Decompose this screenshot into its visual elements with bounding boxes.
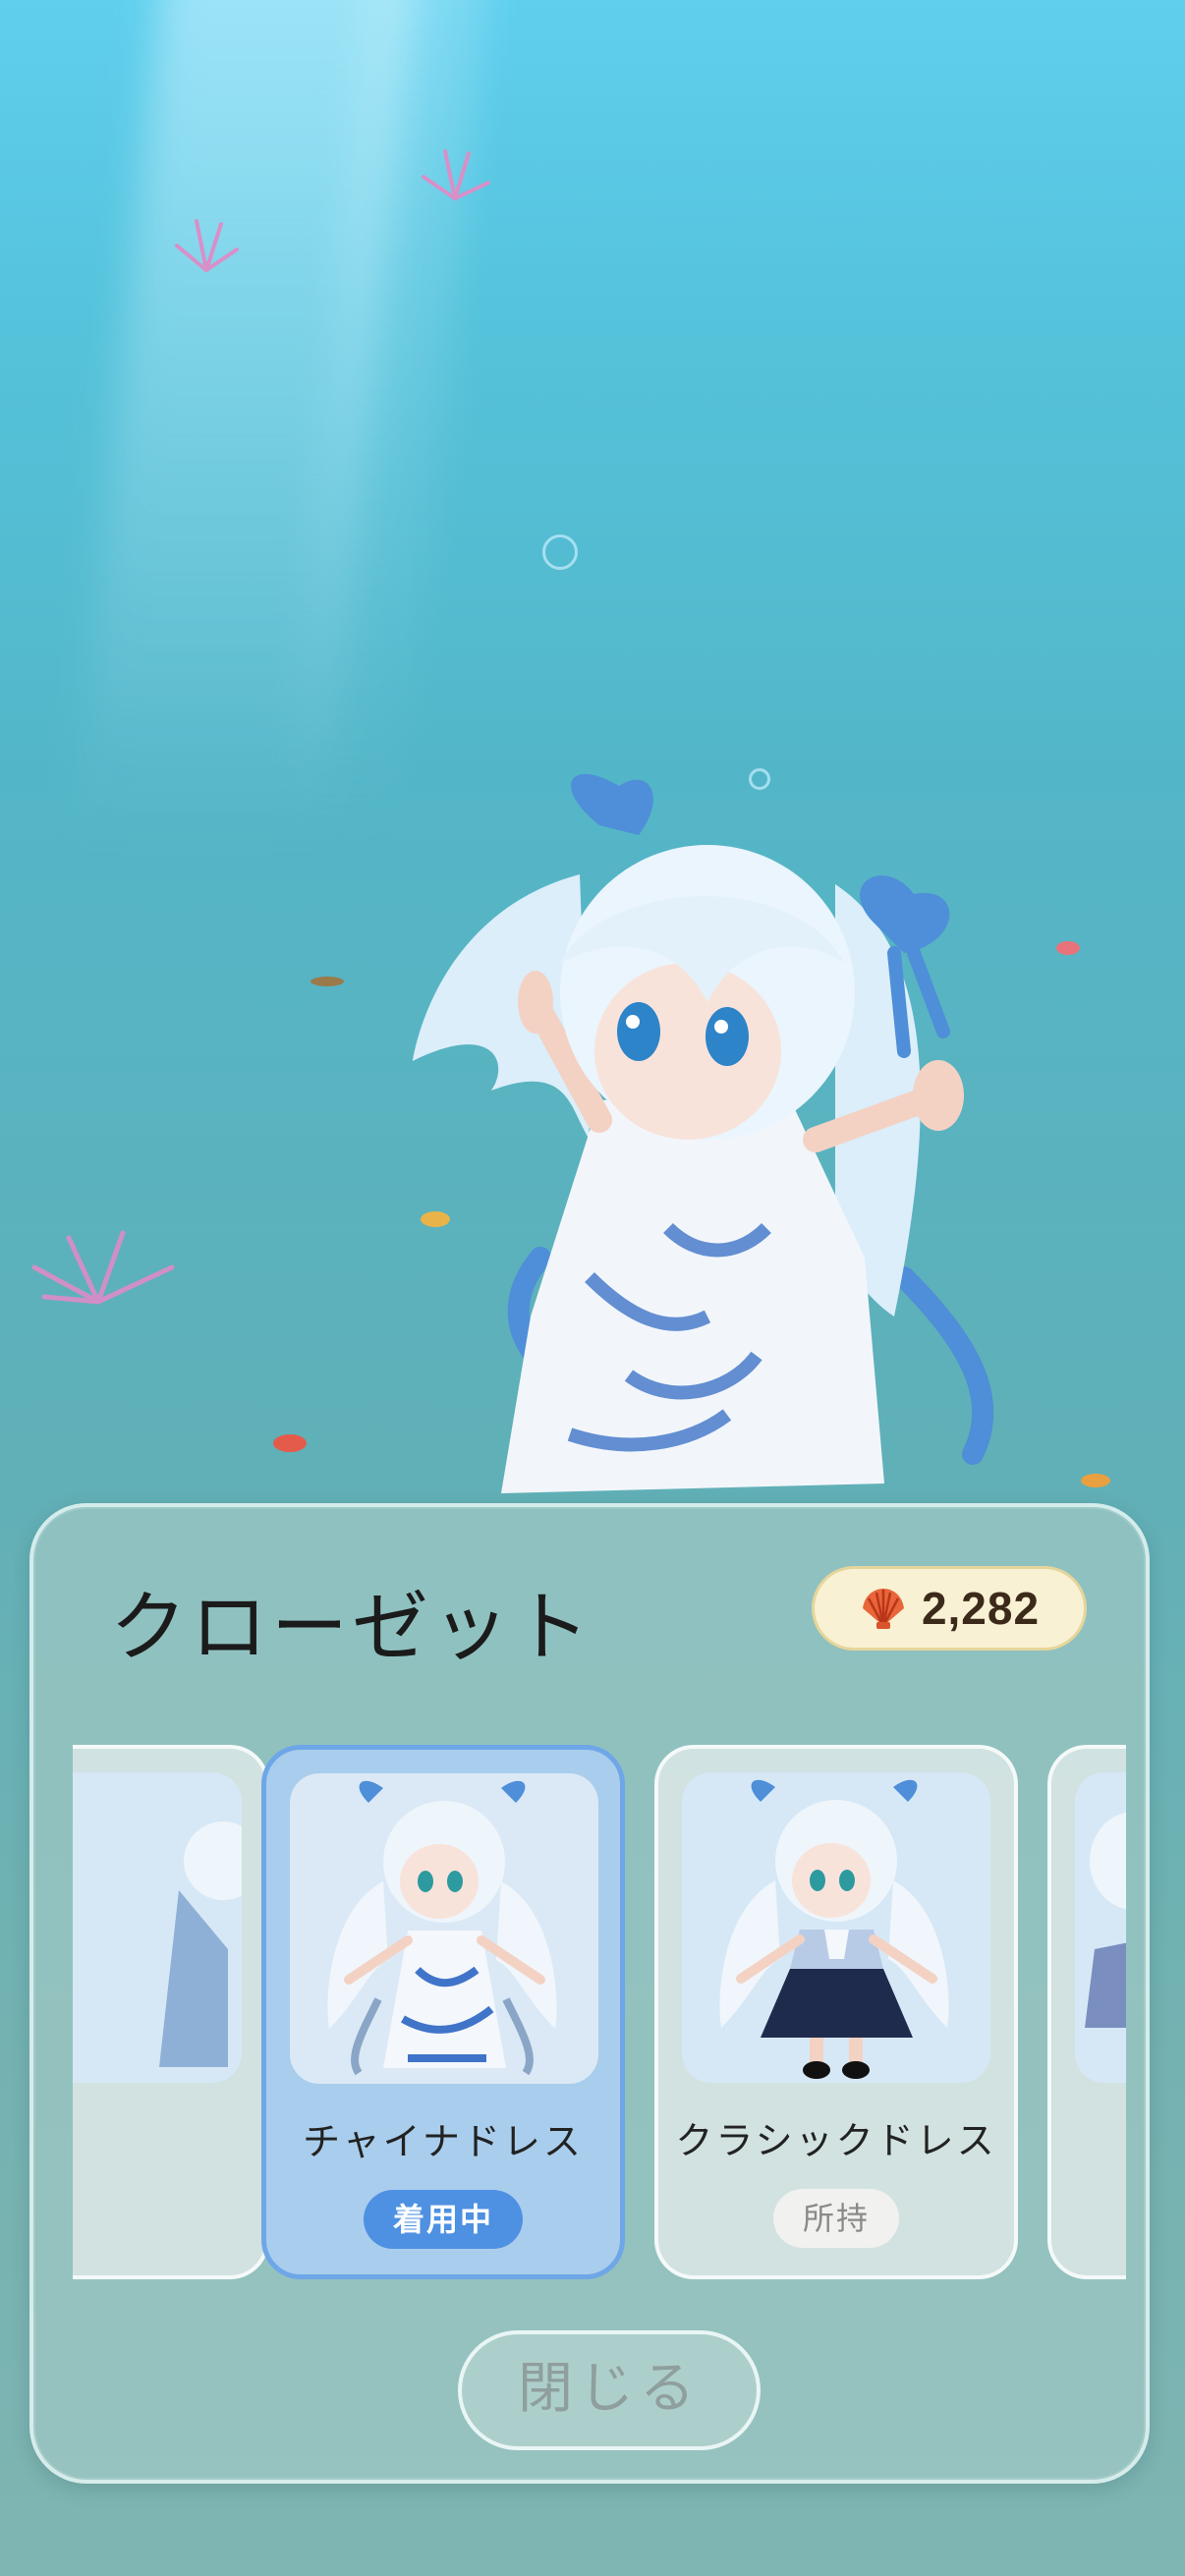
currency-value: 2,282: [921, 1583, 1041, 1634]
avatar-thumbnail: [1085, 1812, 1126, 2028]
shell-speck: [1081, 1474, 1110, 1487]
coral-icon: [31, 1230, 175, 1305]
outfit-card-classic-dress[interactable]: クラシックドレス 所持: [654, 1745, 1018, 2279]
avatar-character: [413, 773, 994, 1493]
outfit-name: クラシックドレス: [675, 2119, 997, 2162]
shell-icon: [862, 1589, 904, 1629]
outfit-card[interactable]: [73, 1745, 269, 2279]
avatar-thumbnail: [327, 1780, 557, 2076]
outfit-thumbnail: [73, 1772, 242, 2083]
currency-badge: 2,282: [812, 1566, 1087, 1651]
outfit-card[interactable]: [1047, 1745, 1126, 2279]
owned-badge: 所持: [772, 2189, 900, 2248]
outfit-card-china-dress[interactable]: チャイナドレス 着用中: [261, 1745, 625, 2279]
outfit-thumbnail: [1075, 1772, 1126, 2083]
wearing-badge: 着用中: [363, 2190, 524, 2249]
shell-speck: [273, 1434, 307, 1452]
page-title: クローゼット: [110, 1584, 594, 1672]
outfit-name: チャイナドレス: [303, 2120, 584, 2163]
coral-icon: [175, 219, 239, 272]
coral-icon: [422, 149, 490, 200]
bubble: [542, 534, 578, 570]
close-button[interactable]: 閉じる: [458, 2330, 761, 2450]
outfit-thumbnail: [682, 1772, 990, 2083]
shell-speck: [310, 977, 344, 986]
shell-speck: [1056, 941, 1080, 955]
avatar-thumbnail: [719, 1779, 949, 2079]
outfit-thumbnail: [290, 1773, 598, 2084]
closet-panel: クローゼット 2,282 チャイナドレス 着用中 クラシックドレス 所持 閉じる: [29, 1503, 1150, 2484]
outfit-carousel[interactable]: チャイナドレス 着用中 クラシックドレス 所持: [73, 1745, 1126, 2285]
avatar-thumbnail: [159, 1821, 242, 2067]
